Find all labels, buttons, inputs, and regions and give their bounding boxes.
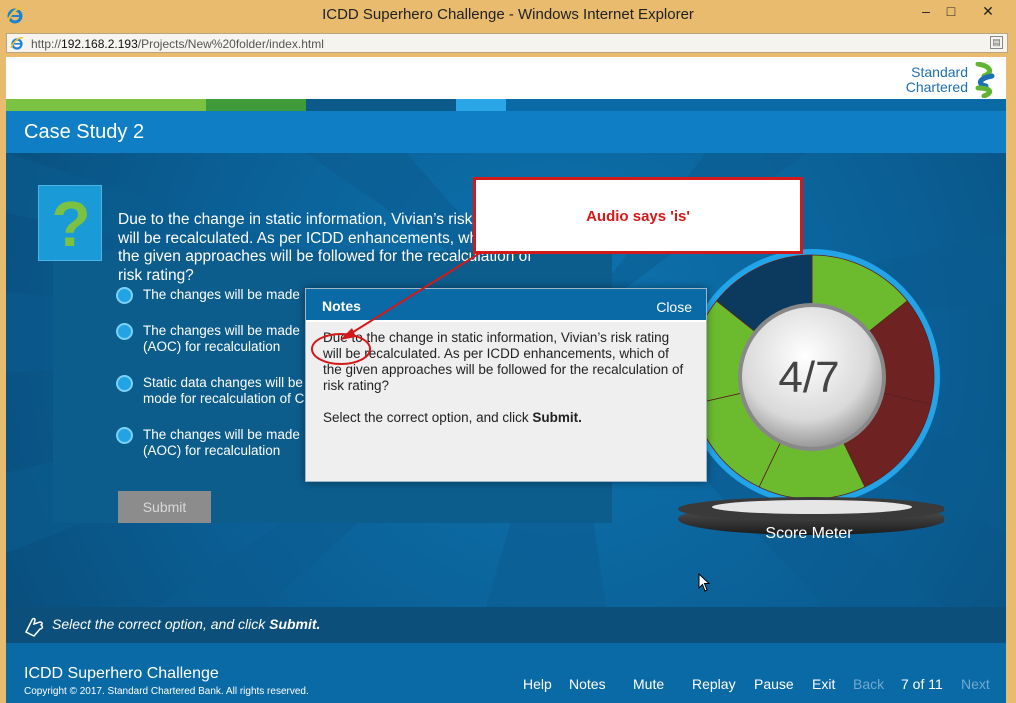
mute-button[interactable]: Mute	[633, 676, 664, 692]
next-button[interactable]: Next	[961, 676, 990, 692]
instruction-action: Submit.	[269, 616, 321, 632]
instruction-text: Select the correct option, and click Sub…	[52, 616, 320, 632]
mouse-cursor-icon	[698, 573, 710, 592]
help-button[interactable]: Help	[523, 676, 552, 692]
radio-icon[interactable]	[116, 287, 133, 304]
notes-popup: Notes Close Due to the change in static …	[305, 288, 707, 482]
brand-line1: Standard	[911, 64, 968, 80]
notes-title: Notes	[322, 298, 361, 314]
url-text: http://192.168.2.193/Projects/New%20fold…	[31, 37, 324, 51]
page-counter: 7 of 11	[901, 676, 943, 692]
pointing-hand-icon	[24, 617, 44, 637]
notes-instruction: Select the correct option, and click Sub…	[323, 410, 691, 425]
radio-icon[interactable]	[116, 427, 133, 444]
footer: ICDD Superhero Challenge Copyright © 201…	[6, 657, 1006, 703]
notes-header: Notes Close	[306, 289, 706, 322]
replay-button[interactable]: Replay	[692, 676, 736, 692]
notes-close-button[interactable]: Close	[656, 299, 692, 315]
submit-button[interactable]: Submit	[118, 491, 211, 523]
stripe-4	[456, 99, 506, 111]
notes-instruction-action: Submit.	[532, 410, 582, 425]
notes-instruction-prefix: Select the correct option, and click	[323, 410, 533, 425]
url-field[interactable]: http://192.168.2.193/Projects/New%20fold…	[6, 33, 1008, 53]
stripe-2	[206, 99, 306, 111]
score-value: 4/7	[778, 353, 840, 402]
notes-body-text: Due to the change in static information,…	[323, 330, 684, 393]
minimize-button[interactable]: –	[914, 3, 938, 19]
page-header: Case Study 2	[6, 111, 1006, 153]
pause-button[interactable]: Pause	[754, 676, 794, 692]
question-mark-icon: ?	[38, 185, 102, 261]
review-callout: Audio says 'is'	[473, 177, 803, 254]
url-host: 192.168.2.193	[61, 37, 138, 51]
window-title: ICDD Superhero Challenge - Windows Inter…	[322, 6, 694, 23]
window-titlebar: ICDD Superhero Challenge - Windows Inter…	[0, 0, 1016, 30]
url-prefix: http://	[31, 37, 62, 51]
instruction-bar: Select the correct option, and click Sub…	[6, 607, 1006, 643]
radio-icon[interactable]	[116, 375, 133, 392]
compat-view-icon[interactable]: ▤	[990, 36, 1003, 49]
close-window-button[interactable]: ✕	[976, 3, 1000, 20]
stripe-1	[6, 99, 206, 111]
score-meter-label: Score Meter	[765, 525, 853, 542]
page-ie-icon	[10, 37, 24, 50]
radio-icon[interactable]	[116, 323, 133, 340]
exit-button[interactable]: Exit	[812, 676, 835, 692]
brand-logo-text: Standard Chartered	[906, 65, 968, 95]
stripe-3	[306, 99, 456, 111]
back-button[interactable]: Back	[853, 676, 884, 692]
copyright-text: Copyright © 2017. Standard Chartered Ban…	[24, 686, 309, 697]
notes-button[interactable]: Notes	[569, 676, 606, 692]
maximize-button[interactable]: □	[939, 3, 963, 19]
page-title: Case Study 2	[24, 121, 145, 143]
url-path: /Projects/New%20folder/index.html	[137, 37, 324, 51]
brand-line2: Chartered	[905, 79, 968, 95]
address-bar: http://192.168.2.193/Projects/New%20fold…	[0, 30, 1016, 56]
progress-stripes	[6, 99, 1006, 111]
callout-text: Audio says 'is'	[586, 208, 690, 225]
brand-bar: Standard Chartered	[6, 57, 1006, 99]
meter-plate	[712, 500, 912, 514]
instruction-prefix: Select the correct option, and click	[52, 616, 270, 632]
standard-chartered-logo-icon	[975, 62, 995, 98]
course-title: ICDD Superhero Challenge	[24, 665, 219, 682]
